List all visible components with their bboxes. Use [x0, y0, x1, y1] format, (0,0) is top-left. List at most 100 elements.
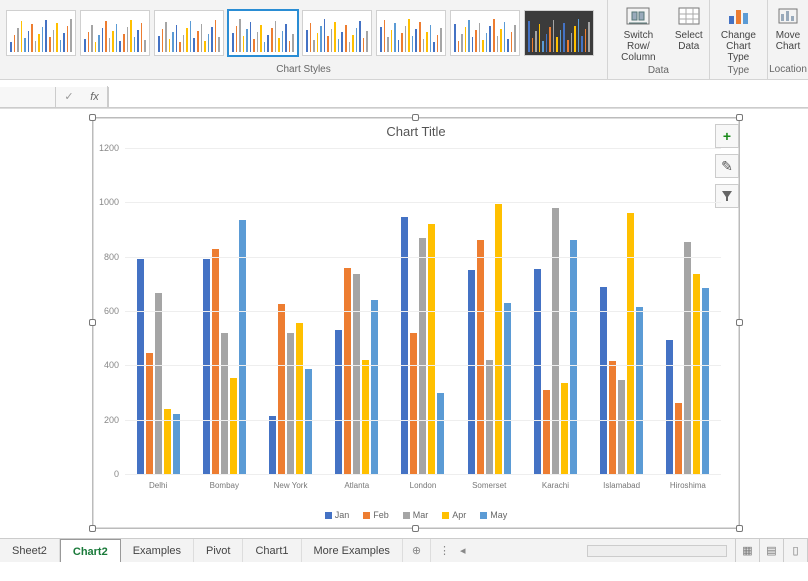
select-data-button[interactable]: Select Data [669, 0, 709, 63]
bar[interactable] [419, 238, 426, 474]
y-axis-tick: 600 [104, 306, 119, 316]
bar[interactable] [468, 270, 475, 474]
sheet-tab[interactable]: Chart1 [243, 539, 301, 562]
bar[interactable] [693, 274, 700, 474]
selection-handle[interactable] [736, 114, 743, 121]
bar[interactable] [287, 333, 294, 474]
chart-style-thumbnail[interactable] [302, 10, 372, 56]
bar[interactable] [666, 340, 673, 474]
bar[interactable] [410, 333, 417, 474]
formula-input[interactable] [108, 87, 808, 107]
page-break-view-icon[interactable]: ▯ [784, 539, 808, 562]
bar[interactable] [344, 268, 351, 474]
chart-legend[interactable]: Jan Feb Mar Apr May [93, 510, 739, 520]
bar[interactable] [561, 383, 568, 474]
bar[interactable] [371, 300, 378, 474]
bar[interactable] [534, 269, 541, 474]
change-chart-type-button[interactable]: Change Chart Type [710, 0, 767, 63]
chart-object[interactable]: Chart Title + ✎ 020040060080010001200 De… [92, 117, 740, 529]
chart-style-thumbnail[interactable] [154, 10, 224, 56]
normal-view-icon[interactable]: ▦ [736, 539, 760, 562]
bar[interactable] [437, 393, 444, 475]
fx-icon[interactable]: fx [82, 86, 108, 108]
bar[interactable] [296, 323, 303, 474]
selection-handle[interactable] [89, 525, 96, 532]
ribbon: Chart Styles Switch Row/ Column Select D… [0, 0, 808, 80]
selection-handle[interactable] [412, 114, 419, 121]
selection-handle[interactable] [89, 114, 96, 121]
x-axis-label: Karachi [522, 481, 588, 490]
chart-style-thumbnail[interactable] [6, 10, 76, 56]
bar[interactable] [221, 333, 228, 474]
bar[interactable] [675, 403, 682, 474]
bar[interactable] [155, 293, 162, 474]
chart-elements-button[interactable]: + [715, 124, 739, 148]
name-box[interactable] [0, 87, 56, 107]
chart-style-thumbnail[interactable] [80, 10, 150, 56]
sheet-tab[interactable]: Sheet2 [0, 539, 60, 562]
bar[interactable] [702, 288, 709, 474]
sheet-tab[interactable]: Chart2 [60, 539, 121, 562]
sheet-tab[interactable]: More Examples [302, 539, 403, 562]
bar[interactable] [627, 213, 634, 474]
legend-item[interactable]: Apr [442, 510, 466, 520]
bar[interactable] [278, 304, 285, 474]
chart-style-thumbnail[interactable] [376, 10, 446, 56]
chart-style-thumbnail[interactable] [228, 10, 298, 56]
legend-item[interactable]: Feb [363, 510, 389, 520]
x-axis-label: Delhi [125, 481, 191, 490]
bar[interactable] [212, 249, 219, 474]
formula-confirm-icon[interactable]: ✓ [56, 86, 82, 108]
selection-handle[interactable] [412, 525, 419, 532]
move-chart-button[interactable]: Move Chart [768, 0, 808, 62]
sheet-tab[interactable]: Pivot [194, 539, 243, 562]
bar[interactable] [428, 224, 435, 474]
horizontal-scrollbar[interactable]: ⋮ ◂ [431, 539, 735, 562]
page-layout-view-icon[interactable]: ▤ [760, 539, 784, 562]
legend-item[interactable]: Mar [403, 510, 429, 520]
bar[interactable] [146, 353, 153, 474]
bar[interactable] [684, 242, 691, 474]
selection-handle[interactable] [736, 525, 743, 532]
bar[interactable] [486, 360, 493, 474]
bar[interactable] [230, 378, 237, 474]
data-group: Switch Row/ Column Select Data Data [608, 0, 710, 79]
bar[interactable] [495, 204, 502, 474]
bar[interactable] [305, 369, 312, 474]
bar[interactable] [137, 259, 144, 474]
bar[interactable] [239, 220, 246, 474]
bar[interactable] [164, 409, 171, 474]
legend-item[interactable]: Jan [325, 510, 350, 520]
bar[interactable] [609, 361, 616, 474]
bar[interactable] [543, 390, 550, 474]
chart-title[interactable]: Chart Title [93, 118, 739, 141]
x-axis-label: Bombay [191, 481, 257, 490]
bar[interactable] [353, 274, 360, 474]
bar[interactable] [504, 303, 511, 474]
chart-style-thumbnail[interactable] [450, 10, 520, 56]
sheet-tabs: Sheet2Chart2ExamplesPivotChart1More Exam… [0, 539, 403, 562]
bar[interactable] [552, 208, 559, 474]
bar[interactable] [173, 414, 180, 474]
bar[interactable] [335, 330, 342, 474]
selection-handle[interactable] [736, 319, 743, 326]
sheet-tab[interactable]: Examples [121, 539, 194, 562]
new-sheet-button[interactable]: ⊕ [403, 539, 431, 562]
bar[interactable] [362, 360, 369, 474]
chart-styles-group: Chart Styles [0, 0, 608, 79]
bar[interactable] [269, 416, 276, 474]
plot-area[interactable]: 020040060080010001200 DelhiBombayNew Yor… [125, 148, 721, 474]
bar[interactable] [570, 240, 577, 474]
selection-handle[interactable] [89, 319, 96, 326]
switch-row-column-icon [624, 4, 652, 28]
bar[interactable] [203, 259, 210, 474]
legend-item[interactable]: May [480, 510, 507, 520]
switch-row-column-button[interactable]: Switch Row/ Column [608, 0, 669, 63]
worksheet-area[interactable]: Chart Title + ✎ 020040060080010001200 De… [0, 108, 808, 538]
chart-styles-label: Chart Styles [0, 62, 607, 79]
chart-style-thumbnail[interactable] [524, 10, 594, 56]
bar[interactable] [477, 240, 484, 474]
bar[interactable] [636, 307, 643, 474]
bar[interactable] [618, 380, 625, 474]
bar[interactable] [600, 287, 607, 474]
